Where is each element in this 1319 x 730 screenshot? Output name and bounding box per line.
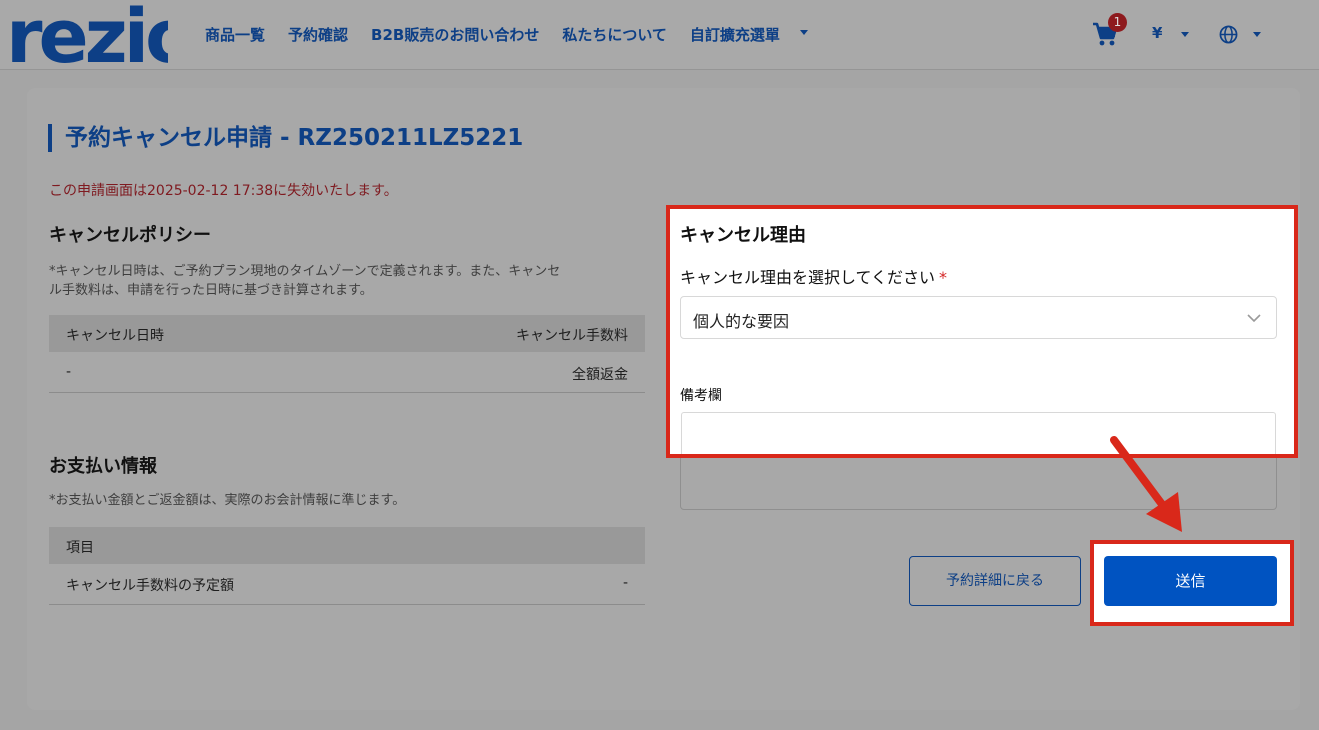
nav-about[interactable]: 私たちについて	[562, 24, 667, 46]
expire-notice: この申請画面は2025-02-12 17:38に失効いたします。	[49, 183, 398, 199]
table-row: - 全額返金	[49, 353, 645, 393]
cancel-reason-title: キャンセル理由	[680, 225, 806, 246]
nav-more-caret-icon[interactable]	[800, 30, 808, 35]
required-mark: *	[939, 268, 948, 287]
currency-caret-icon[interactable]	[1181, 32, 1189, 37]
nav-b2b-contact[interactable]: B2B販売のお問い合わせ	[371, 24, 539, 46]
nav-custom-menu[interactable]: 自訂擴充選單	[690, 24, 780, 46]
col-cancel-date: キャンセル日時	[66, 328, 164, 344]
submit-button[interactable]: 送信	[1104, 556, 1277, 606]
page-title: 予約キャンセル申請 - RZ250211LZ5221	[48, 124, 523, 152]
col-cancel-fee: キャンセル手数料	[516, 328, 628, 344]
row-fee-value: -	[622, 575, 628, 591]
rezio-logo[interactable]: rezio	[6, 0, 168, 68]
col-item: 項目	[66, 540, 94, 556]
policy-table-header: キャンセル日時 キャンセル手数料	[49, 315, 645, 352]
cart-count-badge: 1	[1108, 13, 1127, 32]
table-row: キャンセル手数料の予定額 -	[49, 565, 645, 605]
main-nav: 商品一覧 予約確認 B2B販売のお問い合わせ 私たちについて 自訂擴充選單	[205, 24, 803, 46]
chevron-down-icon	[1247, 314, 1261, 323]
logo-wordmark: rezio	[6, 0, 168, 68]
cancel-reason-value: 個人的な要因	[693, 312, 790, 331]
annotation-arrow-icon	[1110, 436, 1182, 532]
language-caret-icon[interactable]	[1253, 32, 1261, 37]
cancel-reason-label: キャンセル理由を選択してください *	[680, 264, 947, 288]
payment-note: *お支払い金額とご返金額は、実際のお会計情報に準じます。	[49, 493, 406, 508]
payment-table-header: 項目	[49, 527, 645, 564]
globe-icon[interactable]	[1219, 25, 1238, 44]
site-header: rezio 商品一覧 予約確認 B2B販売のお問い合わせ 私たちについて 自訂擴…	[0, 0, 1319, 70]
payment-heading: お支払い情報	[49, 456, 157, 477]
row-cancel-date: -	[66, 364, 72, 380]
cancel-reason-label-text: キャンセル理由を選択してください	[680, 268, 936, 287]
policy-note-line-1: *キャンセル日時は、ご予約プラン現地のタイムゾーンで定義されます。また、キャンセ	[49, 264, 561, 279]
policy-heading: キャンセルポリシー	[49, 225, 211, 246]
back-to-details-button[interactable]: 予約詳細に戻る	[909, 556, 1081, 606]
nav-products[interactable]: 商品一覧	[205, 24, 265, 46]
row-cancel-fee: 全額返金	[572, 367, 628, 383]
svg-text:rezio: rezio	[6, 0, 168, 68]
row-fee-label: キャンセル手数料の予定額	[66, 578, 234, 594]
currency-selector[interactable]: ¥	[1152, 24, 1162, 42]
policy-note-line-2: ル手数料は、申請を行った日時に基づき計算されます。	[49, 283, 373, 298]
cancel-reason-select[interactable]: 個人的な要因	[680, 296, 1277, 339]
policy-note: *キャンセル日時は、ご予約プラン現地のタイムゾーンで定義されます。また、キャンセ…	[49, 262, 560, 300]
memo-label: 備考欄	[680, 388, 722, 404]
nav-reservations[interactable]: 予約確認	[288, 24, 348, 46]
